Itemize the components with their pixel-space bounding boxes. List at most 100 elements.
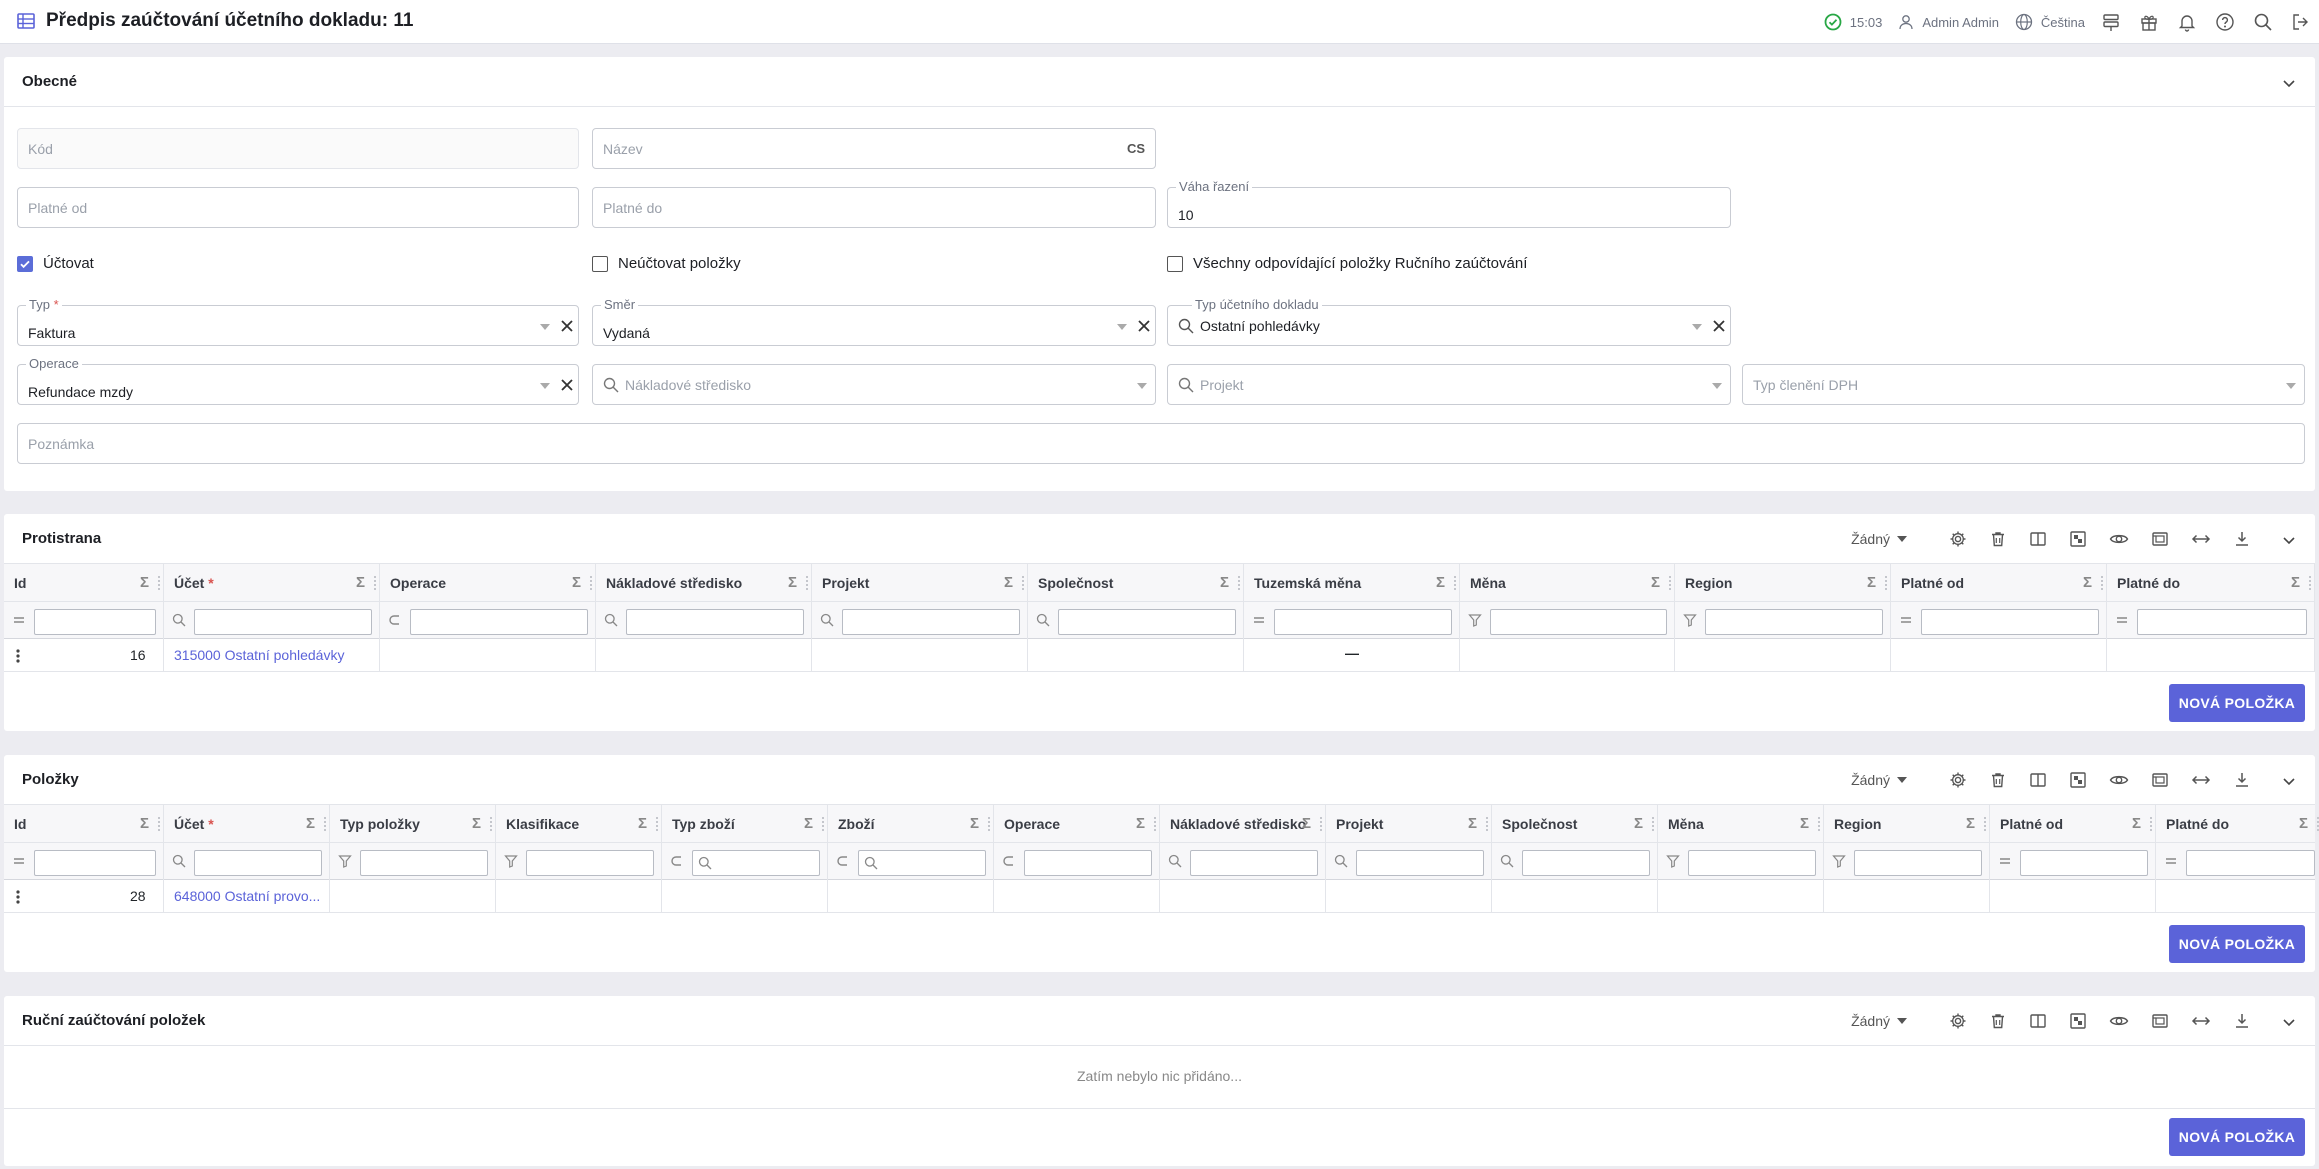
filter-input[interactable] [1705,609,1883,635]
columns-icon[interactable] [2029,530,2047,548]
clear-icon[interactable] [1137,319,1151,333]
sigma-icon[interactable]: Σ [140,574,149,591]
resize-handle[interactable] [656,817,658,831]
caret-down-icon[interactable] [1712,383,1722,389]
layout-icon[interactable] [2069,530,2087,548]
sigma-icon[interactable]: Σ [1634,815,1643,832]
resize-handle[interactable] [1022,576,1024,590]
resize-handle[interactable] [1885,576,1887,590]
settings-icon[interactable] [1949,1012,1967,1030]
trash-icon[interactable] [1989,1012,2007,1030]
nova-polozka-button[interactable]: NOVÁ POLOŽKA [2169,925,2305,963]
sigma-icon[interactable]: Σ [2299,815,2308,832]
column-header[interactable]: Typ položky Σ [330,805,496,843]
filter-input[interactable] [2020,850,2148,876]
language-menu[interactable]: Čeština [2015,13,2085,31]
filter-input[interactable] [1490,609,1667,635]
search-icon[interactable] [1168,854,1182,868]
column-header[interactable]: Region Σ [1675,564,1891,602]
polozky-header[interactable]: Položky Žádný [4,755,2315,805]
search-icon[interactable] [2253,12,2273,32]
resize-handle[interactable] [1652,817,1654,831]
image-icon[interactable] [2151,771,2169,789]
settings-icon[interactable] [1949,530,1967,548]
column-header[interactable]: Projekt Σ [1326,805,1492,843]
nazev-field[interactable]: Název CS [592,128,1156,169]
equals-icon[interactable] [1899,613,1913,627]
clear-icon[interactable] [560,378,574,392]
column-header[interactable]: Společnost Σ [1492,805,1658,843]
chevron-down-icon[interactable] [2281,1014,2297,1030]
sigma-icon[interactable]: Σ [2132,815,2141,832]
resize-handle[interactable] [988,817,990,831]
column-header[interactable]: Platné do Σ [2156,805,2319,843]
filter-input[interactable] [1190,850,1318,876]
operace-select[interactable]: Operace Refundace mzdy [17,356,579,405]
sigma-icon[interactable]: Σ [356,574,365,591]
filter-input[interactable] [1522,850,1650,876]
sigma-icon[interactable]: Σ [1800,815,1809,832]
eye-icon[interactable] [2109,771,2129,789]
chevron-down-icon[interactable] [2281,773,2297,789]
resize-handle[interactable] [2150,817,2152,831]
filter-preset-select[interactable]: Žádný [1851,531,1907,547]
subset-icon[interactable] [1002,854,1016,868]
column-header[interactable]: Účet * Σ [164,564,380,602]
filter-input[interactable] [410,609,588,635]
subset-icon[interactable] [388,613,402,627]
column-header[interactable]: Operace Σ [994,805,1160,843]
resize-handle[interactable] [490,817,492,831]
resize-handle[interactable] [324,817,326,831]
row-menu-icon[interactable] [16,648,20,667]
uctovat-checkbox[interactable]: Účtovat [17,255,94,272]
filter-input[interactable] [34,609,156,635]
filter-input[interactable] [1356,850,1484,876]
checkbox-checked-icon[interactable] [17,255,33,272]
search-icon[interactable] [604,613,618,627]
column-header[interactable]: Region Σ [1824,805,1990,843]
account-link[interactable]: 315000 Ostatní pohledávky [174,647,344,663]
trash-icon[interactable] [1989,771,2007,789]
filter-input[interactable] [1854,850,1982,876]
search-icon[interactable] [1334,854,1348,868]
typ-select[interactable]: Typ * Faktura [17,297,579,346]
caret-down-icon[interactable] [1137,383,1147,389]
columns-icon[interactable] [2029,1012,2047,1030]
smer-select[interactable]: Směr Vydaná [592,297,1156,346]
platne-do-field[interactable]: Platné do [592,187,1156,228]
equals-icon[interactable] [12,854,26,868]
filter-input[interactable] [1688,850,1816,876]
filter-input[interactable] [194,609,372,635]
filter-icon[interactable] [1832,854,1846,868]
clear-icon[interactable] [560,319,574,333]
dph-select[interactable]: Typ členění DPH [1742,364,2305,405]
help-icon[interactable] [2215,12,2235,32]
resize-handle[interactable] [1486,817,1488,831]
caret-down-icon[interactable] [2286,383,2296,389]
subset-icon[interactable] [836,854,850,868]
trash-icon[interactable] [1989,530,2007,548]
filter-input[interactable] [1024,850,1152,876]
typ-dokladu-select[interactable]: Typ účetního dokladu Ostatní pohledávky [1167,297,1731,346]
sigma-icon[interactable]: Σ [788,574,797,591]
caret-down-icon[interactable] [1117,324,1127,330]
checkbox-empty-icon[interactable] [592,255,608,272]
sigma-icon[interactable]: Σ [572,574,581,591]
filter-input[interactable] [1921,609,2099,635]
sigma-icon[interactable]: Σ [1302,815,1311,832]
sigma-icon[interactable]: Σ [1220,574,1229,591]
stredisko-select[interactable]: Nákladové středisko [592,364,1156,405]
column-header[interactable]: Typ zboží Σ [662,805,828,843]
checkbox-empty-icon[interactable] [1167,255,1183,272]
sigma-icon[interactable]: Σ [2083,574,2092,591]
download-icon[interactable] [2233,771,2251,789]
filter-input[interactable] [842,609,1020,635]
filter-input[interactable] [526,850,654,876]
resize-handle[interactable] [158,576,160,590]
sigma-icon[interactable]: Σ [1136,815,1145,832]
resize-handle[interactable] [1320,817,1322,831]
equals-icon[interactable] [2164,854,2178,868]
protistrana-header[interactable]: Protistrana Žádný [4,514,2315,564]
user-menu[interactable]: Admin Admin [1898,14,1999,30]
filter-input[interactable] [1274,609,1452,635]
